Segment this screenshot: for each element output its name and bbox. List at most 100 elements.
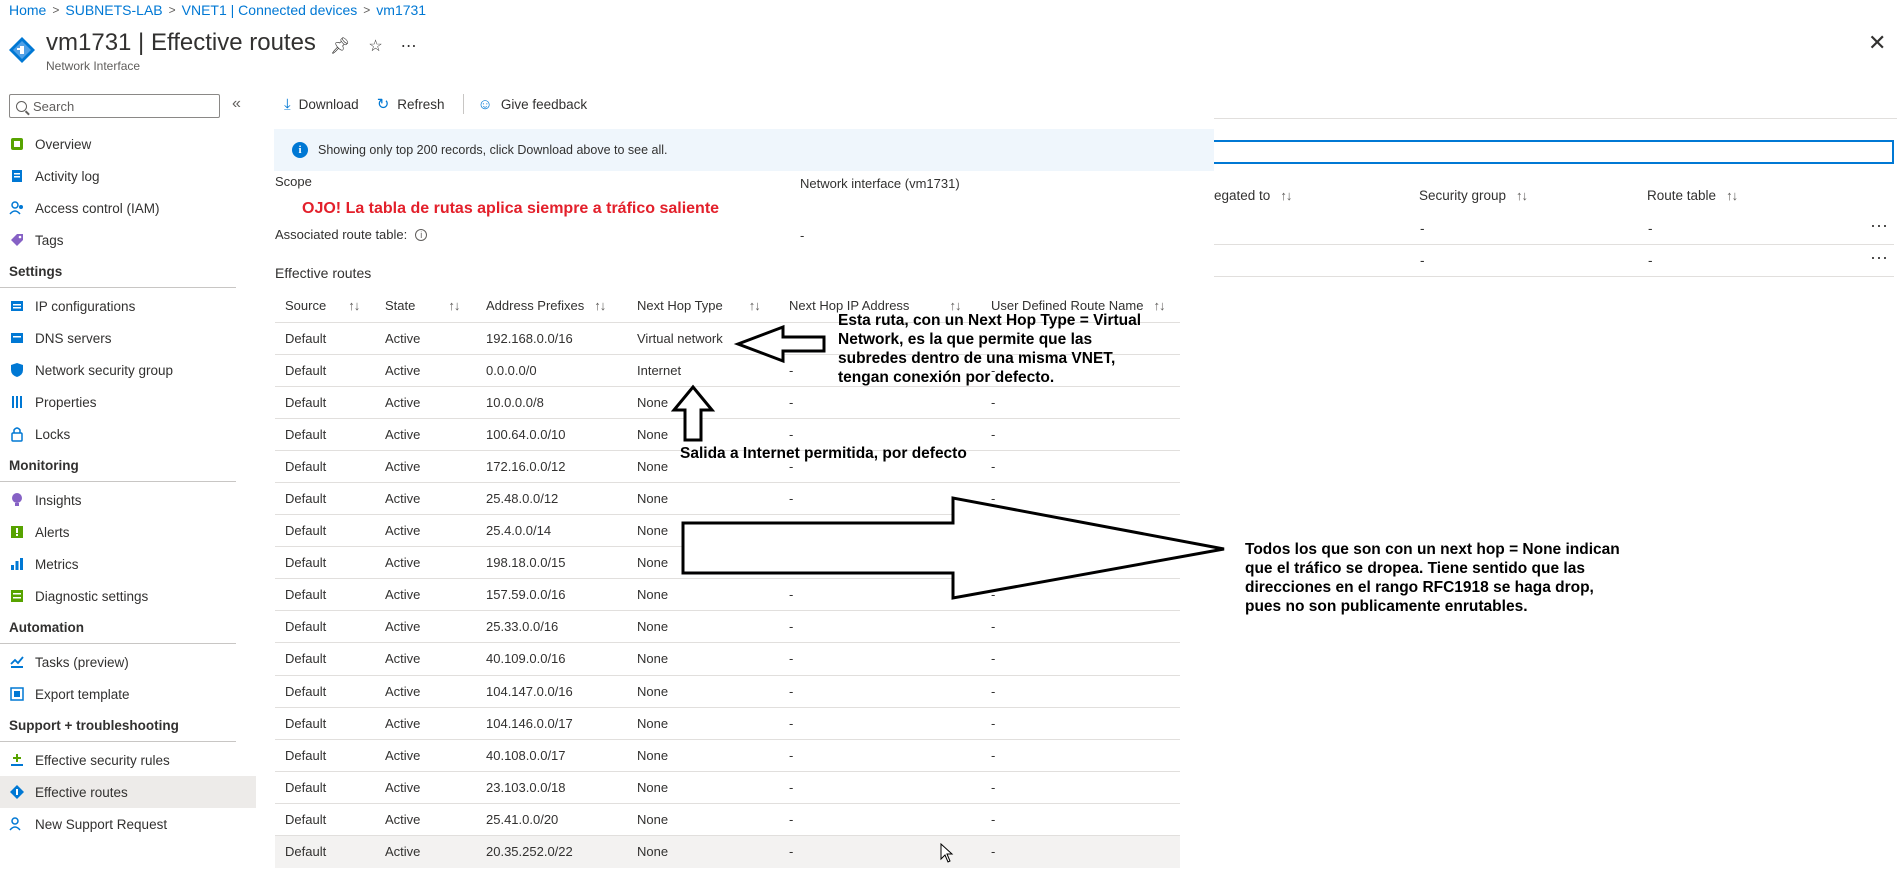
column-header-next-hop-type[interactable]: Next Hop Type ↑↓ <box>627 290 779 322</box>
toolbar-divider <box>462 94 464 114</box>
more-icon[interactable]: ⋯ <box>401 36 417 56</box>
cell-next-hop-ip: - <box>779 802 981 836</box>
table-row[interactable]: Default Active 198.18.0.0/15 None - - <box>275 546 1180 579</box>
cell-next-hop-ip: - <box>779 770 981 804</box>
dns-icon <box>9 330 25 346</box>
sidebar-item-new-support-request[interactable]: New Support Request <box>0 808 256 840</box>
cell-state: Active <box>375 321 476 355</box>
cell-next-hop-type: None <box>627 834 779 868</box>
more-icon[interactable]: ··· <box>1870 247 1888 268</box>
breadcrumb-vm1731[interactable]: vm1731 <box>376 2 426 18</box>
sidebar-item-locks[interactable]: Locks <box>0 418 256 450</box>
sidebar-item-diagnostic-settings[interactable]: Diagnostic settings <box>0 580 256 612</box>
background-blade: egated to ↑↓ Security group ↑↓ Route table… <box>1214 118 1897 418</box>
sidebar-item-ip-configurations[interactable]: IP configurations <box>0 290 256 322</box>
sidebar-item-access-control-iam[interactable]: Access control (IAM) <box>0 192 256 224</box>
routes-icon <box>9 784 25 800</box>
table-row[interactable]: Default Active 25.41.0.0/20 None - - <box>275 802 1180 836</box>
cell-state: Active <box>375 738 476 772</box>
more-icon[interactable]: ··· <box>1870 215 1888 236</box>
cell-state: Active <box>375 546 476 579</box>
annotation-internet: Salida a Internet permitida, por defecto <box>680 445 967 462</box>
cell-source: Default <box>275 642 375 676</box>
cell-udr-name: - <box>981 546 1180 579</box>
cell-next-hop-type: None <box>627 738 779 772</box>
cell-source: Default <box>275 321 375 355</box>
sidebar-item-effective-security-rules[interactable]: Effective security rules <box>0 744 256 776</box>
cell-udr-name: - <box>981 514 1180 547</box>
cell-source: Default <box>275 514 375 547</box>
collapse-sidebar-icon[interactable]: « <box>232 95 241 113</box>
cell-address-prefix: 104.147.0.0/16 <box>476 674 627 708</box>
cell-next-hop-ip: - <box>779 481 981 515</box>
sidebar-item-label: Effective routes <box>35 784 128 800</box>
sidebar-item-label: Tasks (preview) <box>35 654 129 670</box>
info-icon[interactable]: i <box>415 228 428 241</box>
breadcrumb-vnet1[interactable]: VNET1 | Connected devices <box>182 2 358 18</box>
sidebar-item-effective-routes[interactable]: Effective routes <box>0 776 256 808</box>
pin-icon[interactable]: 📌︎ <box>330 36 350 56</box>
refresh-button[interactable]: ↻ Refresh <box>377 95 445 113</box>
cell-address-prefix: 100.64.0.0/10 <box>476 417 627 451</box>
sidebar-item-tasks-preview[interactable]: Tasks (preview) <box>0 646 256 678</box>
table-row[interactable]: Default Active 10.0.0.0/8 None - - <box>275 385 1180 419</box>
sidebar-item-network-security-group[interactable]: Network security group <box>0 354 256 386</box>
breadcrumb-subnets-lab[interactable]: SUBNETS-LAB <box>65 2 162 18</box>
sidebar-item-metrics[interactable]: Metrics <box>0 548 256 580</box>
page-subtitle: Network Interface <box>46 59 141 73</box>
cell-udr-name: - <box>981 578 1180 611</box>
tag-icon <box>9 232 25 248</box>
table-row[interactable]: Default Active 23.103.0.0/18 None - - <box>275 770 1180 804</box>
sidebar-item-tags[interactable]: Tags <box>0 224 256 256</box>
sidebar-item-export-template[interactable]: Export template <box>0 678 256 710</box>
sidebar-item-label: IP configurations <box>35 298 136 314</box>
table-row[interactable]: Default Active 104.146.0.0/17 None - - <box>275 706 1180 740</box>
column-header-security-group[interactable]: Security group ↑↓ <box>1419 188 1528 203</box>
cell-next-hop-type: None <box>627 546 779 579</box>
export-template-icon <box>9 686 25 702</box>
sidebar-item-overview[interactable]: Overview <box>0 128 256 160</box>
download-icon: ⤓ <box>284 95 291 113</box>
cell-address-prefix: 25.33.0.0/16 <box>476 610 627 643</box>
sidebar-item-alerts[interactable]: Alerts <box>0 516 256 548</box>
table-row[interactable]: Default Active 104.147.0.0/16 None - - <box>275 674 1180 708</box>
overview-icon <box>9 136 25 152</box>
table-row: - - ··· <box>1214 213 1894 245</box>
column-header-source[interactable]: Source ↑↓ <box>275 290 375 322</box>
nsg-icon <box>9 362 25 378</box>
table-row[interactable]: Default Active 20.35.252.0/22 None - - <box>275 834 1180 868</box>
sidebar-item-properties[interactable]: Properties <box>0 386 256 418</box>
search-input[interactable]: Search <box>9 94 220 118</box>
close-icon[interactable]: ✕ <box>1868 30 1886 56</box>
background-filter-input[interactable] <box>1214 140 1894 164</box>
cell-state: Active <box>375 385 476 419</box>
cell-next-hop-ip: - <box>779 738 981 772</box>
cell-source: Default <box>275 770 375 804</box>
cell-next-hop-type: Virtual network <box>627 321 779 355</box>
support-icon <box>9 816 25 832</box>
table-row[interactable]: Default Active 40.108.0.0/17 None - - <box>275 738 1180 772</box>
column-header-state[interactable]: State ↑↓ <box>375 290 476 322</box>
cell-source: Default <box>275 674 375 708</box>
sidebar-item-dns-servers[interactable]: DNS servers <box>0 322 256 354</box>
sidebar-item-label: New Support Request <box>35 816 168 832</box>
cell-address-prefix: 192.168.0.0/16 <box>476 321 627 355</box>
cell-address-prefix: 40.109.0.0/16 <box>476 642 627 676</box>
give-feedback-button[interactable]: ☺ Give feedback <box>478 96 588 113</box>
table-row[interactable]: Default Active 25.48.0.0/12 None - - <box>275 481 1180 515</box>
sidebar-item-activity-log[interactable]: Activity log <box>0 160 256 192</box>
table-row[interactable]: Default Active 157.59.0.0/16 None - - <box>275 578 1180 611</box>
column-header-route-table[interactable]: Route table ↑↓ <box>1647 188 1738 203</box>
cell-next-hop-type: None <box>627 385 779 419</box>
sidebar-item-insights[interactable]: Insights <box>0 484 256 516</box>
download-button[interactable]: ⤓ Download <box>284 96 359 113</box>
table-row[interactable]: Default Active 25.33.0.0/16 None - - <box>275 610 1180 643</box>
star-icon[interactable]: ☆ <box>368 36 382 56</box>
cell-next-hop-type: None <box>627 674 779 708</box>
breadcrumb-home[interactable]: Home <box>9 2 46 18</box>
table-row[interactable]: Default Active 25.4.0.0/14 None - - <box>275 514 1180 547</box>
annotation-none: Todos los que son con un next hop = None… <box>1245 541 1620 615</box>
column-header-address-prefixes[interactable]: Address Prefixes ↑↓ <box>476 290 627 322</box>
column-header-delegated-to[interactable]: egated to ↑↓ <box>1214 188 1292 203</box>
table-row[interactable]: Default Active 40.109.0.0/16 None - - <box>275 642 1180 676</box>
